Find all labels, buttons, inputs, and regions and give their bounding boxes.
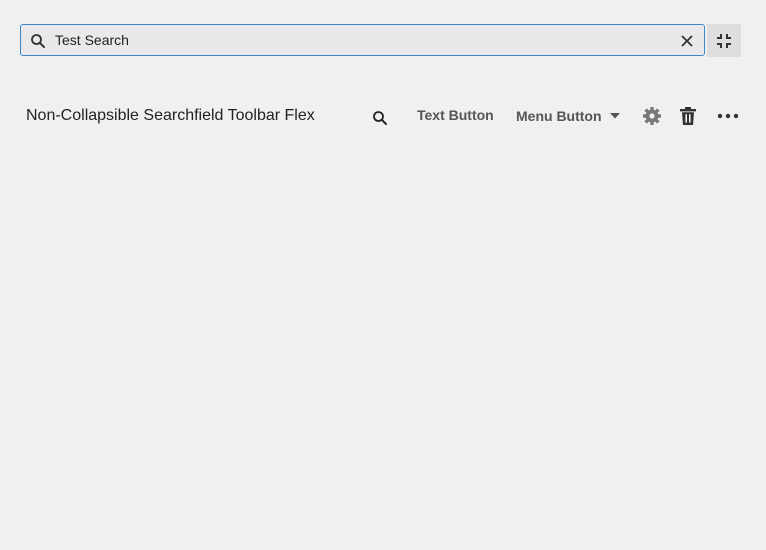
overflow-menu-button[interactable] — [716, 105, 740, 127]
trash-icon — [679, 106, 697, 126]
menu-button[interactable]: Menu Button — [516, 104, 621, 128]
more-horizontal-icon — [717, 113, 739, 119]
search-icon — [29, 32, 47, 50]
collapse-search-button[interactable] — [707, 24, 741, 57]
clear-search-button[interactable] — [676, 30, 698, 52]
menu-button-label: Menu Button — [516, 108, 602, 124]
fullscreen-exit-icon — [716, 33, 732, 49]
search-input[interactable] — [55, 25, 675, 55]
settings-button[interactable] — [641, 105, 663, 127]
caret-down-icon — [609, 110, 621, 122]
search-field[interactable] — [20, 24, 705, 56]
text-button[interactable]: Text Button — [417, 107, 494, 123]
delete-button[interactable] — [677, 105, 699, 127]
close-icon — [680, 34, 694, 48]
gear-icon — [642, 106, 662, 126]
toolbar-search-button[interactable] — [369, 107, 391, 129]
search-icon — [371, 109, 389, 127]
toolbar-title: Non-Collapsible Searchfield Toolbar Flex — [26, 107, 315, 124]
